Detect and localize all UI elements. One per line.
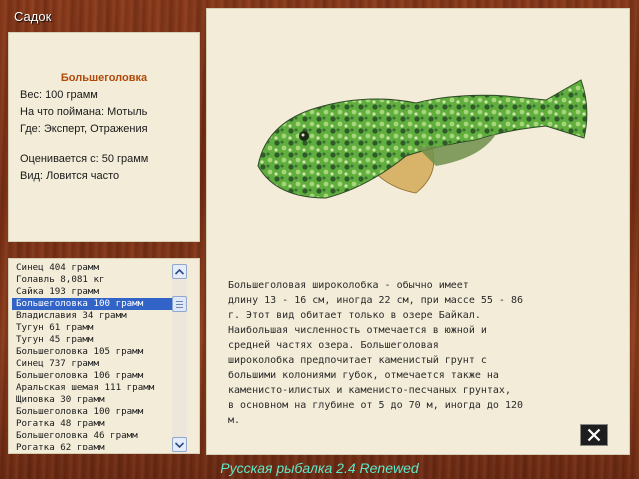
list-item[interactable]: Рогатка 62 грамм	[12, 442, 172, 450]
list-item[interactable]: Большеголовка 105 грамм	[12, 346, 172, 358]
fish-location: Где: Эксперт, Отражения	[20, 123, 148, 135]
list-item[interactable]: Большеголовка 100 грамм	[12, 298, 172, 310]
list-item[interactable]: Большеголовка 100 грамм	[12, 406, 172, 418]
close-button[interactable]	[580, 424, 608, 446]
list-item[interactable]: Рогатка 48 грамм	[12, 418, 172, 430]
window-title: Садок	[14, 9, 52, 24]
list-item[interactable]: Большеголовка 46 грамм	[12, 430, 172, 442]
list-item[interactable]: Тугун 45 грамм	[12, 334, 172, 346]
scroll-down-button[interactable]	[172, 437, 187, 452]
list-item[interactable]: Аральская шемая 111 грамм	[12, 382, 172, 394]
list-item[interactable]: Синец 737 грамм	[12, 358, 172, 370]
fish-description: Большеголовая широколобка - обычно имеет…	[228, 280, 524, 426]
scroll-thumb[interactable]	[172, 296, 187, 312]
fish-image	[257, 79, 588, 199]
list-item[interactable]: Щиповка 30 грамм	[12, 394, 172, 406]
list-item[interactable]: Большеголовка 106 грамм	[12, 370, 172, 382]
fish-value: Оценивается с: 50 грамм	[20, 153, 149, 165]
chevron-down-icon	[175, 441, 184, 448]
fish-weight: Вес: 100 грамм	[20, 89, 98, 101]
catch-list-scrollbar[interactable]	[172, 264, 187, 452]
fish-kind: Вид: Ловится часто	[20, 170, 120, 182]
list-item[interactable]: Владиславия 34 грамм	[12, 310, 172, 322]
list-item[interactable]: Тугун 61 грамм	[12, 322, 172, 334]
footer-title: Русская рыбалка 2.4 Renewed	[220, 460, 419, 476]
list-item[interactable]: Сайка 193 грамм	[12, 286, 172, 298]
fish-info-panel: Большеголовка Вес: 100 грамм На что пойм…	[8, 32, 200, 242]
scroll-up-button[interactable]	[172, 264, 187, 279]
catch-list[interactable]: Синец 404 грамм Голавль 8,081 кг Сайка 193…	[12, 262, 172, 450]
chevron-up-icon	[175, 268, 184, 275]
fish-bait: На что поймана: Мотыль	[20, 106, 148, 118]
catch-list-panel: Синец 404 грамм Голавль 8,081 кг Сайка 193…	[8, 258, 200, 454]
close-icon	[587, 428, 601, 442]
fish-detail-panel: Большеголовая широколобка - обычно имеет…	[206, 8, 630, 455]
fish-name: Большеголовка	[60, 72, 148, 84]
list-item[interactable]: Синец 404 грамм	[12, 262, 172, 274]
list-item[interactable]: Голавль 8,081 кг	[12, 274, 172, 286]
